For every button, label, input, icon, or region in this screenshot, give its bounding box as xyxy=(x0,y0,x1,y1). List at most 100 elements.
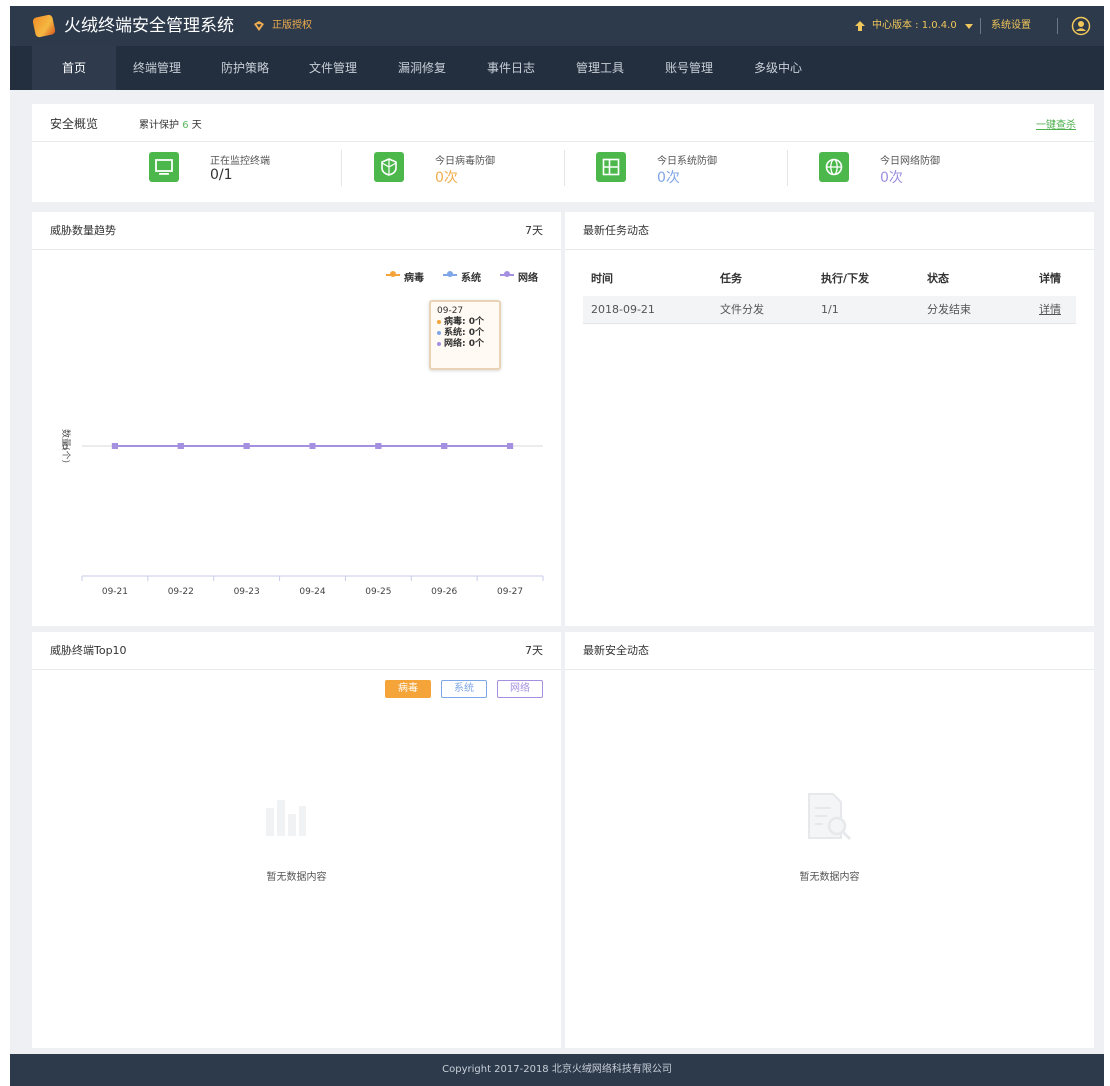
nav-vulnerability-fix[interactable]: 漏洞修复 xyxy=(387,46,457,90)
panel-header: 最新安全动态 xyxy=(565,632,1094,670)
nav-protection-policy[interactable]: 防护策略 xyxy=(210,46,280,90)
main-nav: 首页 终端管理 防护策略 文件管理 漏洞修复 事件日志 管理工具 账号管理 多级… xyxy=(10,46,1104,90)
range-label: 7天 xyxy=(525,644,543,657)
data-point xyxy=(441,443,448,449)
x-tick-label: 09-26 xyxy=(431,587,457,597)
x-tick-label: 09-25 xyxy=(365,587,391,597)
stat-value-network: 0次 xyxy=(880,170,903,186)
data-point xyxy=(309,443,316,449)
cell-exec: 1/1 xyxy=(821,303,839,316)
threat-top10-panel: 威胁终端Top10 7天 病毒 系统 网络 暂无数据内容 xyxy=(32,632,561,1048)
divider xyxy=(980,18,981,34)
stat-label: 今日网络防御 xyxy=(880,156,940,167)
protect-prefix: 累计保护 xyxy=(139,120,179,131)
top10-title: 威胁终端Top10 xyxy=(50,644,127,657)
version-dropdown[interactable]: 中心版本 : 1.0.4.0 xyxy=(872,19,957,33)
security-overview-panel: 安全概览 累计保护 6 天 一键查杀 正在监控终端 0/1 今日病毒防御 0次 … xyxy=(32,104,1094,202)
data-point xyxy=(177,443,184,449)
col-status: 状态 xyxy=(927,272,949,285)
stat-label: 今日系统防御 xyxy=(657,156,717,167)
divider xyxy=(787,150,788,186)
stat-label: 正在监控终端 xyxy=(210,156,270,167)
tooltip-row-virus: 病毒: 0个 xyxy=(437,317,493,328)
cell-status: 分发结束 xyxy=(927,303,971,316)
divider xyxy=(341,150,342,186)
chart-tooltip: 09-27 病毒: 0个 系统: 0个 网络: 0个 xyxy=(429,300,501,370)
data-point xyxy=(243,443,250,449)
tooltip-row-network: 网络: 0个 xyxy=(437,339,493,350)
x-tick-label: 09-22 xyxy=(168,587,194,597)
divider xyxy=(1057,18,1058,34)
protect-unit: 天 xyxy=(191,120,202,131)
stat-value-virus: 0次 xyxy=(435,170,458,186)
nav-admin-tools[interactable]: 管理工具 xyxy=(565,46,635,90)
document-search-icon xyxy=(808,793,852,841)
x-tick-label: 09-24 xyxy=(299,587,325,597)
nav-event-log[interactable]: 事件日志 xyxy=(476,46,546,90)
col-time: 时间 xyxy=(591,272,613,285)
nav-multi-level-center[interactable]: 多级中心 xyxy=(743,46,813,90)
globe-icon xyxy=(819,152,849,182)
overview-title: 安全概览 xyxy=(50,117,99,131)
upgrade-arrow-icon xyxy=(855,21,865,31)
nav-endpoint-management[interactable]: 终端管理 xyxy=(122,46,192,90)
col-task: 任务 xyxy=(720,272,742,285)
nav-home[interactable]: 首页 xyxy=(32,46,116,90)
user-avatar-icon[interactable] xyxy=(1071,16,1091,36)
y-axis-label: 数量(个) xyxy=(60,429,72,463)
nav-account-management[interactable]: 账号管理 xyxy=(654,46,724,90)
data-point xyxy=(507,443,514,449)
stat-value-monitored: 0/1 xyxy=(210,167,233,183)
windows-icon xyxy=(596,152,626,182)
badge-icon xyxy=(254,21,264,31)
monitor-icon xyxy=(149,152,179,182)
stat-label: 今日病毒防御 xyxy=(435,156,495,167)
empty-state-text: 暂无数据内容 xyxy=(266,872,327,883)
protect-days-value: 6 xyxy=(182,120,189,131)
latest-tasks-title: 最新任务动态 xyxy=(583,224,649,237)
app-frame: 火绒终端安全管理系统 正版授权 中心版本 : 1.0.4.0 系统设置 首页 终… xyxy=(10,6,1104,1086)
one-click-scan-link[interactable]: 一键查杀 xyxy=(1036,116,1076,131)
filter-network-button[interactable]: 网络 xyxy=(497,680,543,698)
col-detail: 详情 xyxy=(1039,272,1061,285)
system-settings-link[interactable]: 系统设置 xyxy=(991,19,1031,33)
panel-header: 最新任务动态 xyxy=(565,212,1094,250)
threat-trend-chart: 0数量(个)09-21 09-22 09-23 09-24 09-25 09-26 09-2… xyxy=(60,429,544,597)
tooltip-row-system: 系统: 0个 xyxy=(437,328,493,339)
tooltip-system-value: 系统: 0个 xyxy=(444,328,484,338)
x-tick-label: 09-27 xyxy=(497,587,523,597)
bar-chart-placeholder-icon xyxy=(266,800,306,836)
shield-icon xyxy=(374,152,404,182)
footer: Copyright 2017-2018 北京火绒网络科技有限公司 xyxy=(10,1054,1104,1086)
table-row: 2018-09-21 文件分发 1/1 分发结束 详情 xyxy=(583,296,1076,324)
data-point xyxy=(111,443,118,449)
tooltip-date: 09-27 xyxy=(437,306,464,316)
cell-task: 文件分发 xyxy=(720,303,764,316)
latest-tasks-panel: 最新任务动态 时间 任务 执行/下发 状态 详情 2018-09-21 文件分发… xyxy=(565,212,1094,626)
cell-time: 2018-09-21 xyxy=(591,303,655,316)
top-bar: 火绒终端安全管理系统 正版授权 中心版本 : 1.0.4.0 系统设置 xyxy=(10,6,1104,46)
nav-file-management[interactable]: 文件管理 xyxy=(298,46,368,90)
protection-days: 累计保护 6 天 xyxy=(139,116,202,131)
tasks-table-header: 时间 任务 执行/下发 状态 详情 xyxy=(583,260,1076,296)
panel-header: 威胁终端Top10 7天 xyxy=(32,632,561,670)
latest-security-title: 最新安全动态 xyxy=(583,644,649,657)
x-tick-label: 09-21 xyxy=(102,587,128,597)
data-point xyxy=(375,443,382,449)
tooltip-network-value: 网络: 0个 xyxy=(444,339,484,349)
chevron-down-icon[interactable] xyxy=(965,24,973,29)
license-label: 正版授权 xyxy=(272,20,312,31)
threat-trend-panel: 威胁数量趋势 7天 病毒 系统 网络 0 数量(个) 09-21 09-22 09-23… xyxy=(32,212,561,626)
stat-value-system: 0次 xyxy=(657,170,680,186)
filter-system-button[interactable]: 系统 xyxy=(441,680,487,698)
app-title: 火绒终端安全管理系统 xyxy=(64,16,234,36)
col-exec: 执行/下发 xyxy=(821,272,870,285)
detail-link[interactable]: 详情 xyxy=(1039,303,1061,317)
latest-security-panel: 最新安全动态 暂无数据内容 xyxy=(565,632,1094,1048)
tooltip-virus-value: 病毒: 0个 xyxy=(444,317,484,327)
x-tick-label: 09-23 xyxy=(234,587,260,597)
filter-virus-button[interactable]: 病毒 xyxy=(385,680,431,698)
huorong-logo-icon xyxy=(32,14,56,38)
divider xyxy=(564,150,565,186)
empty-state-text: 暂无数据内容 xyxy=(799,872,860,883)
